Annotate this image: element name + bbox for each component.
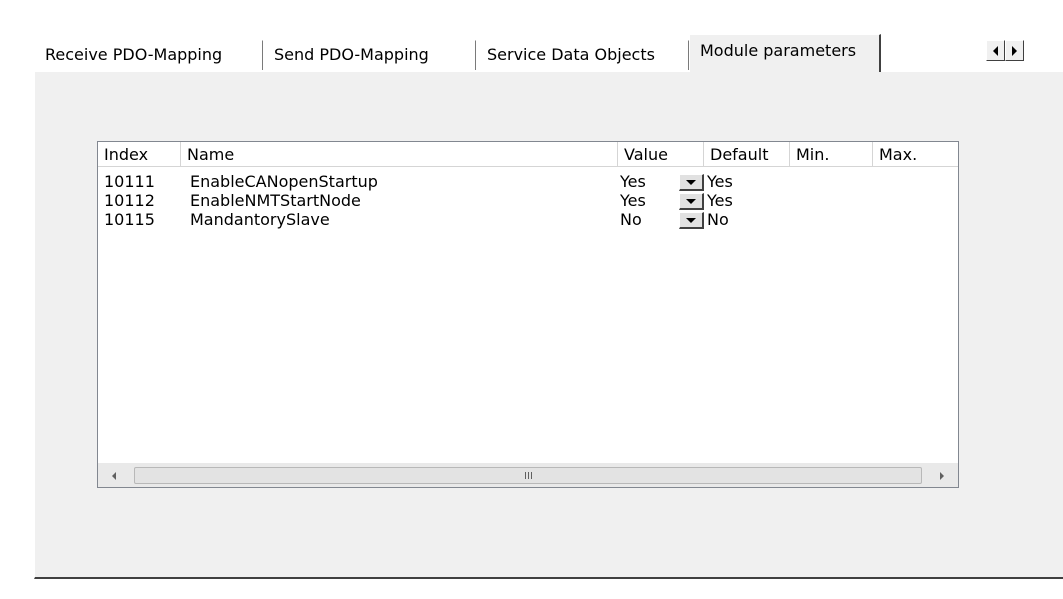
value-dropdown-button[interactable] [679, 174, 704, 191]
table-row[interactable]: 10111 EnableCANopenStartup Yes Yes [98, 172, 958, 191]
tab-label: Receive PDO-Mapping [45, 45, 223, 64]
triangle-right-icon [1012, 45, 1017, 56]
column-header-min[interactable]: Min. [790, 142, 873, 167]
value-dropdown-button[interactable] [679, 212, 704, 229]
chevron-down-icon [686, 218, 696, 223]
arrow-left-icon [112, 471, 116, 480]
cell-index: 10115 [104, 210, 155, 229]
cell-index: 10111 [104, 172, 155, 191]
cell-default: Yes [707, 191, 733, 210]
scroll-left-button[interactable] [102, 464, 126, 487]
column-header-max[interactable]: Max. [873, 142, 958, 167]
value-dropdown-button[interactable] [679, 193, 704, 210]
tab-receive-pdo-mapping[interactable]: Receive PDO-Mapping [34, 40, 263, 70]
list-body: 10111 EnableCANopenStartup Yes Yes 10112… [98, 168, 958, 463]
triangle-left-icon [993, 45, 998, 56]
table-row[interactable]: 10112 EnableNMTStartNode Yes Yes [98, 191, 958, 210]
list-header: Index Name Value Default Min. Max. [98, 142, 958, 168]
tab-scroll-left-button[interactable] [986, 40, 1005, 61]
tab-scroll-right-button[interactable] [1005, 40, 1024, 61]
table-row[interactable]: 10115 MandantorySlave No No [98, 210, 958, 229]
tab-send-pdo-mapping[interactable]: Send PDO-Mapping [263, 40, 476, 70]
column-header-index[interactable]: Index [98, 142, 181, 167]
cell-value[interactable]: Yes [620, 191, 646, 210]
cell-index: 10112 [104, 191, 155, 210]
horizontal-scrollbar[interactable] [98, 463, 958, 487]
tab-label: Service Data Objects [487, 45, 655, 64]
tab-label: Send PDO-Mapping [274, 45, 429, 64]
tab-module-parameters[interactable]: Module parameters [689, 34, 881, 72]
column-header-default[interactable]: Default [704, 142, 790, 167]
module-parameters-list[interactable]: Index Name Value Default Min. Max. 10111… [97, 141, 959, 488]
cell-value[interactable]: Yes [620, 172, 646, 191]
grip-icon [524, 472, 532, 479]
column-header-value[interactable]: Value [618, 142, 704, 167]
dialog: Receive PDO-Mapping Send PDO-Mapping Ser… [0, 0, 1063, 599]
cell-name: EnableCANopenStartup [190, 172, 378, 191]
chevron-down-icon [686, 199, 696, 204]
column-header-name[interactable]: Name [181, 142, 618, 167]
scrollbar-thumb[interactable] [134, 467, 922, 484]
cell-default: No [707, 210, 729, 229]
tab-label: Module parameters [700, 41, 857, 60]
cell-name: EnableNMTStartNode [190, 191, 361, 210]
scroll-right-button[interactable] [930, 464, 954, 487]
arrow-right-icon [940, 471, 944, 480]
cell-value[interactable]: No [620, 210, 642, 229]
tab-service-data-objects[interactable]: Service Data Objects [476, 40, 689, 70]
cell-name: MandantorySlave [190, 210, 330, 229]
cell-default: Yes [707, 172, 733, 191]
chevron-down-icon [686, 180, 696, 185]
